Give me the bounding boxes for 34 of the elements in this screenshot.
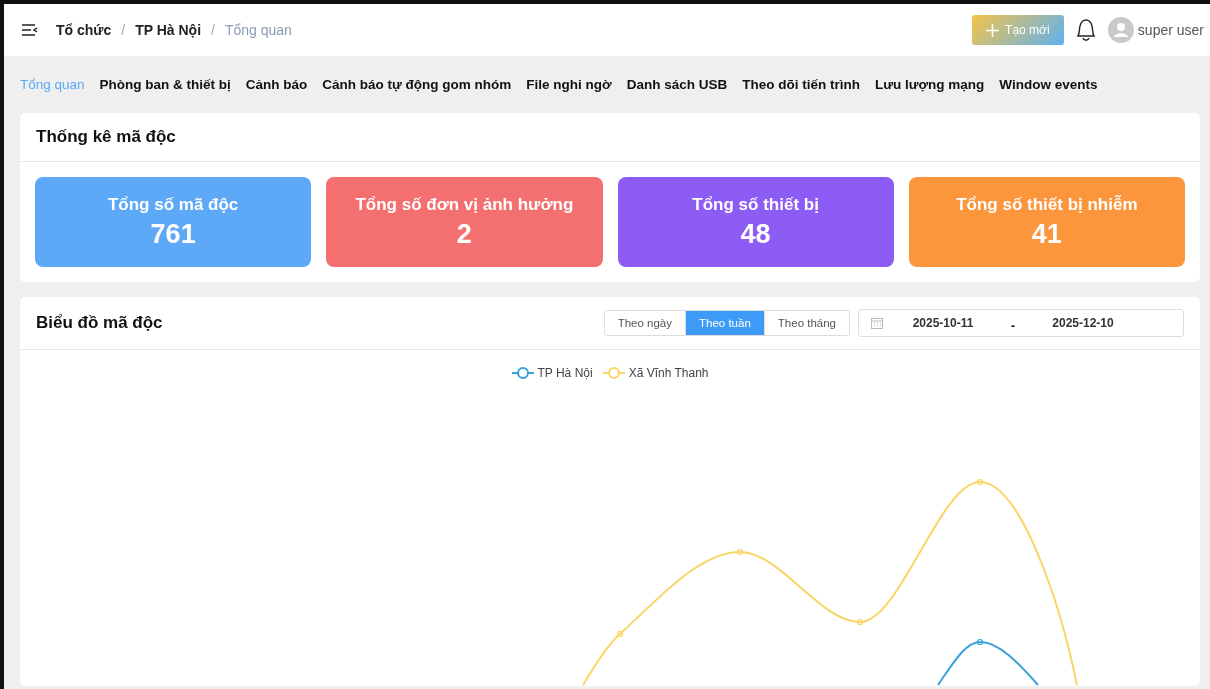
tab[interactable]: Window events	[999, 77, 1098, 92]
stat-value: 41	[1031, 218, 1062, 250]
breadcrumb-separator: /	[121, 22, 126, 38]
tab[interactable]: File nghi ngờ	[526, 77, 612, 92]
breadcrumb-item[interactable]: Tổ chức	[56, 22, 112, 38]
breadcrumb-item: Tổng quan	[224, 22, 292, 38]
menu-icon[interactable]	[22, 24, 38, 36]
card-title: Biểu đồ mã độc	[36, 313, 163, 333]
period-button[interactable]: Theo tháng	[763, 311, 849, 335]
start-date: 2025-10-11	[911, 316, 975, 330]
stat-label: Tổng số thiết bị nhiễm	[956, 194, 1138, 215]
tab[interactable]: Cảnh báo tự động gom nhóm	[322, 77, 512, 92]
stat-value: 48	[740, 218, 771, 250]
breadcrumb-separator: /	[211, 22, 215, 38]
stat-value: 2	[456, 218, 472, 250]
date-range-field[interactable]: 2025-10-11 - 2025-12-10	[858, 309, 1184, 337]
tab[interactable]: Phòng ban & thiết bị	[99, 77, 231, 92]
stat-value: 761	[150, 218, 196, 250]
stat-label: Tổng số thiết bị	[692, 194, 819, 215]
plus-icon	[986, 23, 1000, 37]
legend-label[interactable]: Xã Vĩnh Thanh	[628, 366, 709, 380]
end-date: 2025-12-10	[1051, 316, 1115, 330]
legend-label[interactable]: TP Hà Nội	[537, 366, 593, 380]
stat-label: Tổng số mã độc	[107, 194, 239, 215]
calendar-icon	[871, 317, 883, 329]
tab[interactable]: Danh sách USB	[626, 77, 728, 92]
breadcrumb-item[interactable]: TP Hà Nội	[135, 22, 202, 38]
date-separator: -	[1010, 319, 1016, 333]
tab[interactable]: Cảnh báo	[245, 77, 308, 92]
tab[interactable]: Theo dõi tiến trình	[742, 77, 860, 92]
user-name[interactable]: super user	[1137, 22, 1204, 38]
tab[interactable]: Lưu lượng mạng	[874, 77, 985, 92]
stat-label: Tổng số đơn vị ảnh hưởng	[355, 194, 574, 215]
card-title: Thống kê mã độc	[36, 127, 176, 147]
